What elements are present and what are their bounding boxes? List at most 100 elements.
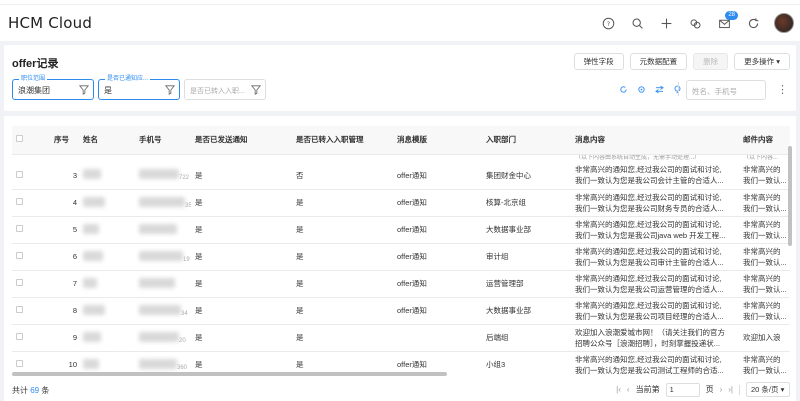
phone-cell: 35 xyxy=(135,189,191,217)
message-cell: 非常高兴的通知您,经过我公司的面试和讨论, 我们一致认为您是我公司审计主管的合适人… xyxy=(571,243,739,271)
vertical-scrollbar[interactable] xyxy=(788,146,792,246)
column-header[interactable]: 是否已转入入职管理 xyxy=(292,126,393,155)
message-line: 招聘公众号［浪潮招聘］，时刻掌握投递状... xyxy=(575,338,721,348)
notified-filter[interactable]: 是否已通知应... 是 xyxy=(98,74,180,100)
row-number: 7 xyxy=(50,270,79,298)
table-row[interactable]: 5 是是 offer通知 大数据事业部 非常高兴的通知您,经过我公司的面试和讨论, 我们一… xyxy=(12,216,790,244)
metadata-config-button[interactable]: 元数据配置 xyxy=(629,53,688,70)
template-cell: offer通知 xyxy=(393,189,482,217)
sent-cell: 是 xyxy=(191,243,292,271)
mail-line: 非常高兴的 xyxy=(743,165,781,175)
kebab-menu-icon[interactable]: ⋮ xyxy=(777,83,788,96)
last-page-icon[interactable]: ›| xyxy=(728,385,733,394)
department-cell: 核算-北京组 xyxy=(482,189,571,217)
table-row[interactable]: 435是是offer通知核算-北京组非常高兴的通知您,经过我公司的面试和讨论,我… xyxy=(12,189,790,217)
redacted-phone xyxy=(139,331,179,342)
help-icon[interactable]: ? xyxy=(594,5,623,41)
row-checkbox[interactable] xyxy=(16,198,23,205)
transferred-cell: 是 xyxy=(292,324,393,352)
row-checkbox[interactable] xyxy=(16,333,23,340)
prev-page-icon[interactable]: ‹ xyxy=(627,385,630,394)
message-line: 我们一致认为您是我公司java web 开发工程... xyxy=(575,230,726,240)
more-actions-button[interactable]: 更多操作 ▾ xyxy=(734,53,790,70)
row-checkbox[interactable] xyxy=(16,252,23,259)
delete-button[interactable]: 删除 xyxy=(693,53,729,70)
column-header[interactable]: 消息内容 xyxy=(571,126,739,155)
redacted-name xyxy=(83,223,99,234)
select-all-checkbox[interactable] xyxy=(16,135,23,143)
action-buttons: 弹性字段 元数据配置 删除 更多操作 ▾ xyxy=(573,53,790,70)
phone-tail: 19 xyxy=(183,256,190,263)
row-checkbox[interactable] xyxy=(16,170,23,178)
message-line: 非常高兴的通知您,经过我公司的面试和讨论, xyxy=(575,300,722,310)
refresh-icon[interactable] xyxy=(619,85,628,94)
row-number: 3 xyxy=(50,162,79,190)
settings-icon[interactable] xyxy=(637,85,646,94)
table-cell xyxy=(393,154,482,162)
elastic-fields-button[interactable]: 弹性字段 xyxy=(573,53,624,70)
phone-cell: 19 xyxy=(135,243,191,271)
column-header[interactable]: 姓名 xyxy=(79,126,135,155)
column-header[interactable]: 入职部门 xyxy=(482,126,571,155)
next-page-icon[interactable]: › xyxy=(720,385,723,394)
page-number-input[interactable]: 1 xyxy=(665,382,700,397)
message-line: 欢迎加入浪潮爱城市网！（请关注我们的官方 xyxy=(575,327,725,337)
position-scope-filter[interactable]: 职位范围 浪潮集团 xyxy=(12,74,94,100)
row-checkbox[interactable] xyxy=(16,225,23,232)
phone-tail: 20 xyxy=(179,337,186,344)
user-avatar[interactable] xyxy=(774,13,794,33)
mail-icon[interactable]: 28 xyxy=(710,5,739,41)
filter-icon[interactable] xyxy=(79,85,89,95)
message-cell: 非常高兴的通知您,经过我公司的面试和讨论, 我们一致认为您是我公司项目经理的合适人… xyxy=(571,297,739,325)
row-checkbox[interactable] xyxy=(16,279,23,286)
refresh-icon[interactable] xyxy=(739,5,768,41)
page-size-label: 20 条/页 xyxy=(751,385,779,394)
app-header: HCM Cloud ? 28 xyxy=(0,5,800,41)
row-checkbox[interactable] xyxy=(16,360,23,367)
phone-cell xyxy=(135,216,191,244)
search-icon[interactable] xyxy=(623,5,652,41)
message-cell: 非常高兴的通知您,经过我公司的面试和讨论, 我们一致认为您是我公司会计主管的合适人… xyxy=(571,162,739,190)
filter-icon[interactable] xyxy=(251,85,261,95)
caret-down-icon: ▾ xyxy=(780,385,785,394)
redacted-phone xyxy=(139,358,177,369)
header-toolbar: ? 28 xyxy=(594,5,800,41)
name-cell xyxy=(79,324,135,352)
table-panel: 序号 姓名 手机号 是否已发送通知 是否已转入入职管理 消息模版 入职部门 消息… xyxy=(4,116,796,401)
template-cell xyxy=(393,324,482,352)
page-suffix: 页 xyxy=(705,385,714,394)
first-page-icon[interactable]: |‹ xyxy=(616,385,621,394)
message-cell: 非常高兴的通知您,经过我公司的面试和讨论, 我们一致认为您是我公司java web… xyxy=(571,216,739,244)
template-cell: offer通知 xyxy=(393,162,482,190)
table-cell xyxy=(135,154,191,162)
page-size-select[interactable]: 20 条/页 ▾ xyxy=(746,382,790,397)
column-header[interactable]: 序号 xyxy=(50,126,79,155)
current-page-label: 当前第 xyxy=(635,385,660,394)
filter-icon[interactable] xyxy=(165,85,175,95)
phone-tail: 35 xyxy=(185,202,191,209)
table-cell xyxy=(50,154,79,162)
transferred-cell: 否 xyxy=(292,162,393,190)
horizontal-scrollbar[interactable] xyxy=(12,372,447,376)
table-row[interactable]: 6 19 是是 offer通知 审计组 非常高兴的通知您,经过我公司的面试和讨论, 我们一致… xyxy=(12,243,790,271)
table-row[interactable]: 7 是是 offer通知 运营管理部 非常高兴的通知您,经过我公司的面试和讨论, 我们一致… xyxy=(12,270,790,298)
row-checkbox[interactable] xyxy=(16,306,23,313)
table-row[interactable]: 8 34 是是 offer通知 大数据事业部 非常高兴的通知您,经过我公司的面试和讨论, 我… xyxy=(12,297,790,325)
phone-cell xyxy=(135,270,191,298)
column-header[interactable]: 是否已发送通知 xyxy=(191,126,292,155)
table-row[interactable]: 9 20 是是 后端组 欢迎加入浪潮爱城市网！（请关注我们的官方 招聘公众号［浪潮招聘］，… xyxy=(12,324,790,352)
org-icon[interactable] xyxy=(681,5,710,41)
column-header[interactable]: 邮件内容 xyxy=(739,126,790,155)
table-body: （以下内容由系统自动生成，无需手动处理...） （以下内容... 3 722 是否 o… xyxy=(12,154,790,378)
swap-icon[interactable] xyxy=(655,85,664,94)
transferred-cell: 是 xyxy=(292,216,393,244)
message-line: 非常高兴的通知您,经过我公司的面试和讨论, xyxy=(575,354,722,364)
plus-icon[interactable] xyxy=(652,5,681,41)
department-cell: 审计组 xyxy=(482,243,571,271)
column-header[interactable]: 手机号 xyxy=(135,126,191,155)
row-select-cell xyxy=(12,216,50,244)
column-header[interactable]: 消息模版 xyxy=(393,126,482,155)
transferred-filter[interactable]: 是否已转入入职... xyxy=(184,79,266,100)
search-input[interactable]: 姓名、手机号 xyxy=(686,80,766,100)
table-row[interactable]: 3 722 是否 offer通知 集团财金中心 非常高兴的通知您,经过我公司的面试和讨论,… xyxy=(12,162,790,190)
